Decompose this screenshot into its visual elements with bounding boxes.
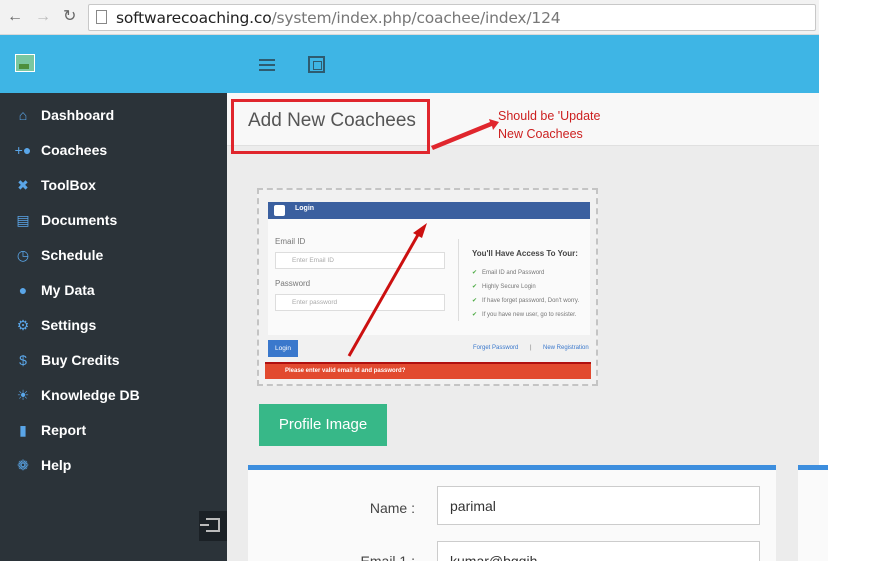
annotation-highlight-box	[231, 99, 430, 154]
login-form: Email ID Enter Email ID Password Enter p…	[268, 219, 590, 335]
login-header-title: Login	[295, 205, 315, 212]
sidebar-item-label: Documents	[41, 212, 118, 228]
sidebar-item-dashboard[interactable]: ⌂ Dashboard	[0, 98, 227, 133]
sidebar-item-label: My Data	[41, 282, 95, 298]
email-label: Email ID	[275, 237, 306, 246]
password-label: Password	[275, 279, 311, 288]
user-plus-icon: +●	[14, 142, 32, 158]
sidebar-item-knowledge-db[interactable]: ☀ Knowledge DB	[0, 378, 227, 413]
divider	[458, 239, 459, 321]
sidebar-item-label: Settings	[41, 317, 97, 333]
sidebar-item-label: Dashboard	[41, 107, 115, 123]
access-item: If have forget password, Don't worry.	[472, 297, 579, 304]
app-header	[0, 35, 819, 93]
lifebuoy-icon: ❁	[17, 457, 29, 473]
sidebar-item-buy-credits[interactable]: $ Buy Credits	[0, 343, 227, 378]
access-item: If you have new user, go to resister.	[472, 311, 576, 318]
new-registration-link: New Registration	[543, 345, 589, 351]
annotation-note-line: New Coachees	[498, 127, 583, 141]
home-icon: ⌂	[18, 107, 28, 123]
forgot-password-link: Forget Password	[473, 345, 519, 351]
login-button: Login	[268, 340, 298, 357]
logo-image	[15, 54, 35, 72]
email-1-field[interactable]	[437, 541, 760, 561]
cogs-icon: ⚙	[16, 317, 30, 333]
access-title: You'll Have Access To Your:	[472, 249, 578, 258]
browser-toolbar: ← → ↻ softwarecoaching.co/system/index.p…	[0, 0, 819, 35]
sidebar: ⌂ Dashboard +● Coachees ✖ ToolBox ▤ Docu…	[0, 93, 227, 561]
sidebar-item-label: ToolBox	[41, 177, 96, 193]
password-input: Enter password	[275, 294, 445, 311]
sidebar-item-label: Schedule	[41, 247, 104, 263]
main-content: Add New Coachees Login Email ID Enter Em…	[227, 93, 828, 561]
annotation-note-line: Should be 'Update	[498, 109, 601, 123]
sidebar-item-help[interactable]: ❁ Help	[0, 448, 227, 483]
embedded-login-screenshot: Login Email ID Enter Email ID Password E…	[257, 188, 598, 386]
book-icon: ▤	[16, 212, 30, 228]
sign-out-icon	[200, 518, 220, 532]
fullscreen-icon[interactable]	[308, 56, 325, 73]
reload-icon[interactable]: ↻	[63, 8, 76, 26]
user-icon: ●	[18, 282, 28, 298]
login-header: Login	[268, 202, 590, 219]
clock-icon: ◷	[16, 247, 30, 263]
sidebar-item-label: Report	[41, 422, 87, 438]
lightbulb-icon: ☀	[16, 387, 30, 403]
error-banner: Please enter valid email id and password…	[265, 362, 591, 379]
annotation-note: Should be 'Update New Coachees	[498, 107, 600, 143]
tools-icon: ✖	[17, 177, 29, 193]
access-item: Highly Secure Login	[472, 283, 536, 290]
sidebar-item-label: Help	[41, 457, 72, 473]
dollar-icon: $	[19, 352, 27, 368]
sidebar-collapse-button[interactable]	[199, 511, 227, 541]
profile-image-button[interactable]: Profile Image	[259, 404, 387, 446]
name-field[interactable]	[437, 486, 760, 525]
sidebar-item-label: Coachees	[41, 142, 108, 158]
sidebar-item-schedule[interactable]: ◷ Schedule	[0, 238, 227, 273]
users-icon	[274, 205, 285, 216]
coachee-form-panel: Name : Email 1 :	[248, 465, 776, 561]
sidebar-item-report[interactable]: ▮ Report	[0, 413, 227, 448]
access-item: Email ID and Password	[472, 269, 544, 276]
url-text: softwarecoaching.co/system/index.php/coa…	[116, 9, 561, 27]
link-separator: |	[530, 345, 532, 351]
sidebar-item-toolbox[interactable]: ✖ ToolBox	[0, 168, 227, 203]
sidebar-item-settings[interactable]: ⚙ Settings	[0, 308, 227, 343]
page-icon	[96, 10, 107, 24]
clipboard-icon: ▮	[19, 422, 27, 438]
email-input: Enter Email ID	[275, 252, 445, 269]
address-bar[interactable]: softwarecoaching.co/system/index.php/coa…	[88, 4, 816, 31]
forward-arrow-icon[interactable]: →	[35, 8, 51, 26]
name-label: Name :	[369, 500, 415, 516]
secondary-panel	[798, 465, 828, 561]
sidebar-item-documents[interactable]: ▤ Documents	[0, 203, 227, 238]
sidebar-item-coachees[interactable]: +● Coachees	[0, 133, 227, 168]
back-arrow-icon[interactable]: ←	[7, 8, 23, 26]
email-1-label: Email 1 :	[360, 553, 415, 561]
sidebar-item-label: Buy Credits	[41, 352, 120, 368]
menu-toggle-icon[interactable]	[259, 59, 275, 71]
sidebar-item-my-data[interactable]: ● My Data	[0, 273, 227, 308]
sidebar-item-label: Knowledge DB	[41, 387, 140, 403]
